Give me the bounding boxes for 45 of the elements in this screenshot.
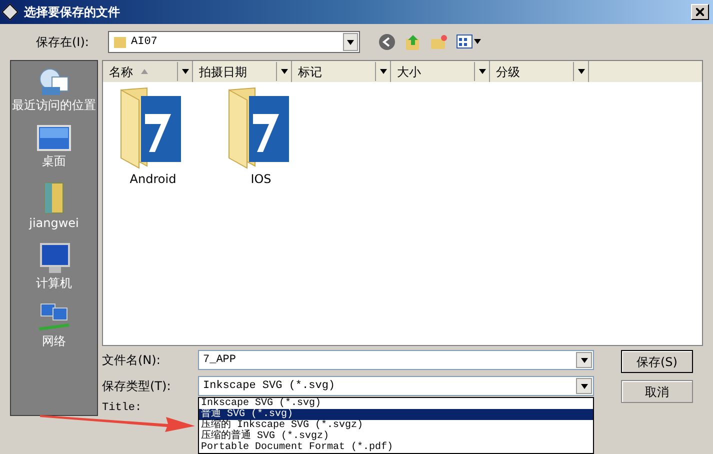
- dropdown-arrow-icon: [578, 69, 584, 74]
- monitor-icon: [37, 125, 71, 153]
- column-header[interactable]: 名称: [103, 61, 193, 82]
- network-icon: [37, 303, 71, 333]
- file-name-label: 文件名(N):: [102, 352, 162, 369]
- dialog-button[interactable]: 保存(S): [621, 350, 693, 373]
- column-header[interactable]: 拍摄日期: [193, 61, 292, 82]
- file-type-option[interactable]: 压缩的 Inkscape SVG (*.svgz): [199, 420, 593, 431]
- dropdown-arrow-icon: [380, 69, 386, 74]
- folder-name[interactable]: Android: [130, 170, 176, 188]
- sort-arrow-icon: [141, 69, 148, 74]
- column-header[interactable]: 标记: [292, 61, 391, 82]
- dropdown-arrow-icon: [280, 69, 288, 74]
- computer-icon: [37, 243, 71, 275]
- close-icon: [696, 8, 704, 16]
- file-type-option[interactable]: Inkscape SVG (*.svg): [199, 398, 593, 409]
- place-item[interactable]: 最近访问的位置: [12, 97, 96, 113]
- place-item[interactable]: 桌面: [12, 153, 96, 169]
- place-item[interactable]: jiangwei: [12, 215, 96, 231]
- dropdown-arrow-icon: [580, 384, 588, 388]
- column-header[interactable]: 大小: [391, 61, 490, 82]
- dropdown-arrow-icon: [580, 358, 588, 362]
- save-type-label: 保存类型(T):: [102, 378, 172, 395]
- back-icon[interactable]: [378, 33, 396, 51]
- file-name-field[interactable]: 7_APP: [198, 350, 594, 370]
- file-type-option[interactable]: 压缩的普通 SVG (*.svgz): [199, 431, 593, 442]
- dropdown-arrow-icon: [347, 40, 354, 44]
- dropdown-arrow-icon: [478, 69, 486, 74]
- close-button[interactable]: [691, 4, 709, 20]
- place-item[interactable]: 计算机: [12, 275, 96, 291]
- column-header[interactable]: 分级: [490, 61, 589, 82]
- save-in-label: 保存在(I):: [36, 34, 90, 51]
- window-title: 选择要保存的文件: [24, 4, 121, 21]
- title-label: Title:: [102, 402, 142, 414]
- file-type-option[interactable]: Portable Document Format (*.pdf): [199, 442, 593, 453]
- save-type-dropdown[interactable]: Inkscape SVG (*.svg): [198, 376, 594, 396]
- folder-icon: [43, 181, 65, 215]
- save-in-dropdown[interactable]: AI07: [108, 31, 360, 53]
- place-item[interactable]: 网络: [12, 333, 96, 349]
- view-menu-icon[interactable]: [456, 34, 482, 50]
- recent-places-icon: [38, 67, 70, 97]
- folder-icon: [113, 35, 127, 49]
- folder-name[interactable]: IOS: [250, 170, 272, 188]
- dropdown-arrow-icon: [182, 69, 188, 74]
- dialog-button[interactable]: 取消: [621, 380, 693, 403]
